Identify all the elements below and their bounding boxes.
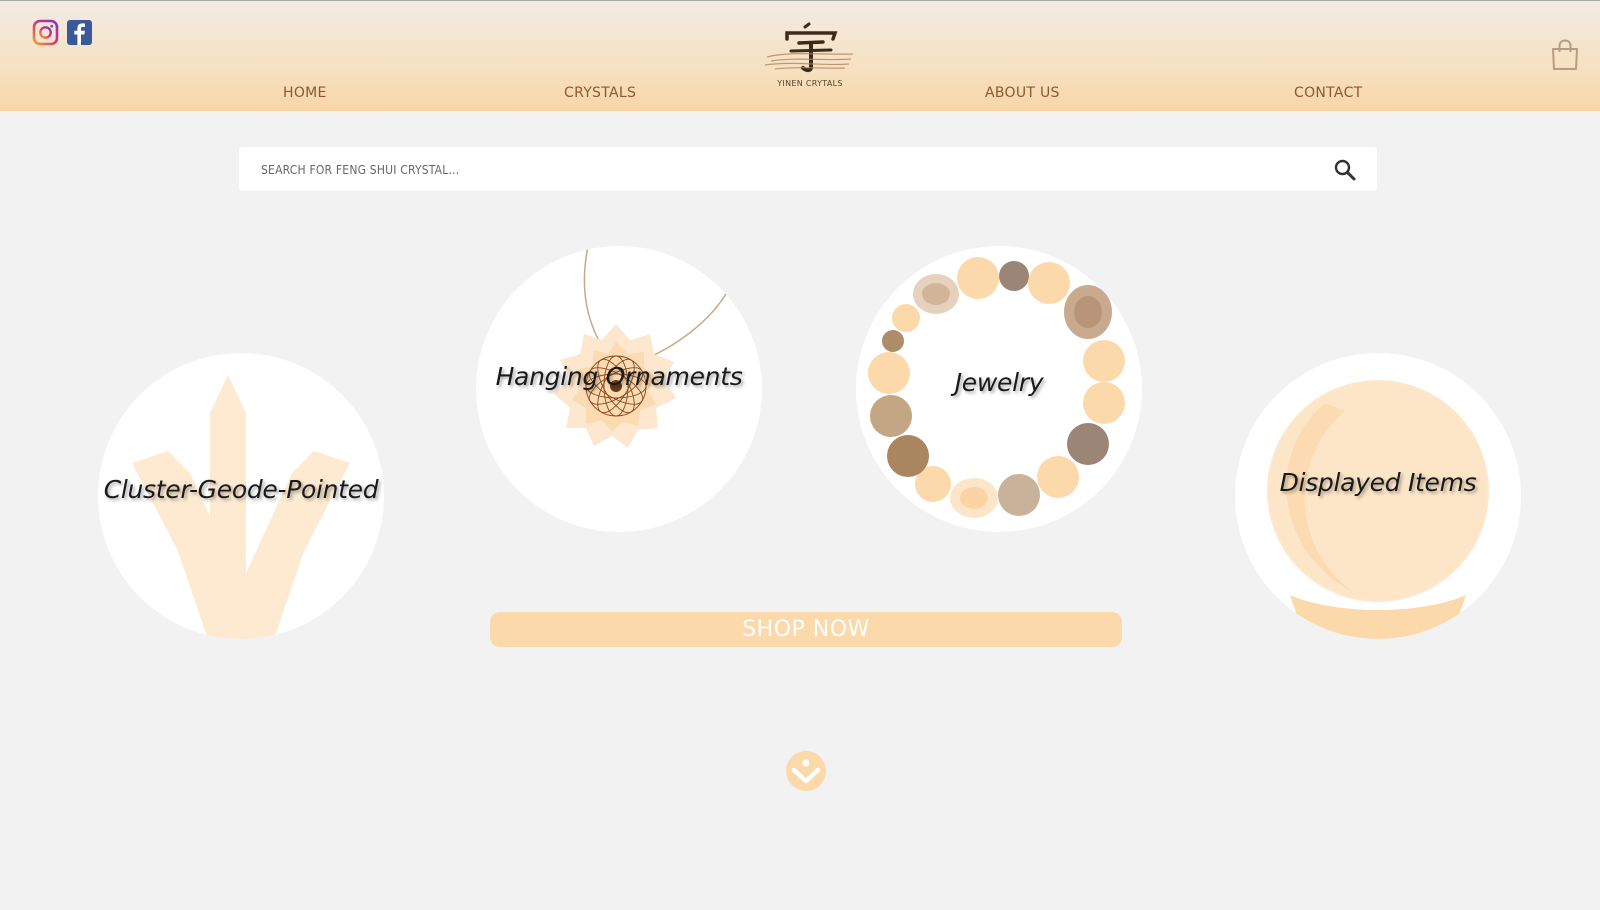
- category-cluster-geode-pointed[interactable]: Cluster-Geode-Pointed: [98, 353, 384, 639]
- category-label: Jewelry: [954, 368, 1044, 397]
- site-header: HOME CRYSTALS YINEN CRYTALS ABOUT US CON…: [0, 0, 1600, 111]
- scroll-down-icon[interactable]: [785, 750, 827, 792]
- category-label: Cluster-Geode-Pointed: [103, 475, 379, 504]
- nav-home[interactable]: HOME: [283, 85, 327, 101]
- search-bar: [239, 147, 1377, 193]
- logo-text: YINEN CRYTALS: [777, 79, 843, 88]
- category-jewelry[interactable]: Jewelry: [856, 246, 1142, 532]
- instagram-icon[interactable]: [32, 19, 59, 46]
- shop-now-button[interactable]: SHOP NOW: [490, 612, 1122, 647]
- facebook-icon[interactable]: [66, 19, 93, 46]
- search-icon[interactable]: [1333, 158, 1357, 182]
- search-input[interactable]: [259, 147, 1303, 193]
- nav-crystals[interactable]: CRYSTALS: [564, 85, 636, 101]
- nav-contact[interactable]: CONTACT: [1294, 85, 1363, 101]
- category-label: Hanging Ornaments: [495, 362, 743, 391]
- logo-mark-icon: [765, 22, 854, 73]
- category-hanging-ornaments[interactable]: Hanging Ornaments: [476, 246, 762, 532]
- category-label: Displayed Items: [1279, 468, 1477, 497]
- nav-about-us[interactable]: ABOUT US: [985, 85, 1060, 101]
- logo[interactable]: YINEN CRYTALS: [765, 21, 855, 96]
- category-displayed-items[interactable]: Displayed Items: [1235, 353, 1521, 639]
- shopping-bag-icon[interactable]: [1551, 39, 1579, 71]
